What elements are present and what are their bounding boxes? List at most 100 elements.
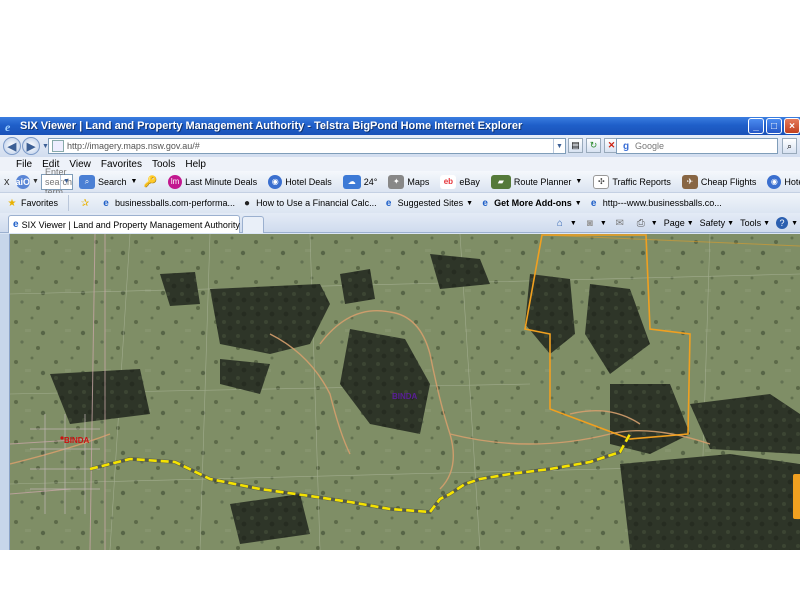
refresh-icon: ↻: [589, 140, 598, 150]
place-label-binda-town: BINDA: [64, 436, 90, 445]
close-window-button[interactable]: ×: [784, 118, 800, 134]
safety-menu-label: Safety: [699, 218, 726, 228]
toolbar-item-label: Hotel Deals: [285, 176, 332, 187]
favorite-link-label: Get More Add-ons: [494, 198, 572, 208]
toolbar-item-label: Route Planner: [513, 176, 572, 187]
search-icon: ⌕: [78, 174, 95, 189]
toolbar-item-label: Hote: [784, 176, 800, 187]
favorite-link-financial-calc[interactable]: ● How to Use a Financial Calc...: [241, 197, 377, 209]
add-favorite-button[interactable]: ✰: [79, 197, 94, 209]
menu-tools[interactable]: Tools: [152, 159, 175, 170]
window-title: SIX Viewer | Land and Property Managemen…: [20, 120, 523, 132]
highlight-icon[interactable]: 🔑: [143, 175, 157, 188]
title-bar: e SIX Viewer | Land and Property Managem…: [0, 117, 800, 135]
chevron-down-icon: ▼: [727, 219, 735, 227]
page-menu-button[interactable]: Page ▼: [664, 218, 694, 228]
toolbar-search-dropdown[interactable]: ▼: [59, 174, 72, 189]
rss-feed-icon: ◙: [586, 217, 593, 229]
minimize-icon: _: [753, 120, 759, 132]
toolbar-close-button[interactable]: x: [4, 176, 10, 188]
address-bar[interactable]: http://imagery.maps.nsw.gov.au/# ▼: [48, 138, 566, 154]
satellite-map-view[interactable]: BINDA BINDA: [10, 234, 800, 550]
chevron-down-icon: ▼: [130, 178, 138, 185]
toolbar-logo-icon[interactable]: aiO: [15, 174, 31, 189]
minimize-button[interactable]: _: [748, 118, 764, 134]
toolbar-item-hotel[interactable]: ◉ Hote: [767, 174, 800, 189]
add-favorite-icon: ✰: [80, 197, 90, 209]
address-dropdown[interactable]: ▼: [553, 139, 565, 153]
web-search-box[interactable]: g Google: [616, 138, 778, 154]
map-canvas[interactable]: BINDA BINDA: [10, 234, 800, 550]
compatibility-view-button[interactable]: ▤: [568, 138, 583, 153]
chevron-down-icon: ▼: [599, 219, 607, 227]
google-icon: g: [622, 140, 630, 152]
toolbar-item-cheap-flights[interactable]: ✈ Cheap Flights: [681, 174, 757, 189]
toolbar-search-button[interactable]: ⌕ Search ▼: [78, 174, 138, 189]
favorites-button[interactable]: ★ Favorites: [6, 197, 59, 209]
maximize-button[interactable]: □: [766, 118, 782, 134]
menu-help[interactable]: Help: [185, 159, 206, 170]
menu-bar: File Edit View Favorites Tools Help: [0, 157, 800, 171]
toolbar-item-traffic-reports[interactable]: ✣ Traffic Reports: [593, 174, 671, 189]
help-button[interactable]: ? ▼: [776, 217, 798, 229]
toolbar-logo-dropdown[interactable]: ▼: [32, 178, 39, 185]
menu-file[interactable]: File: [16, 159, 32, 170]
favorites-bar: ★ Favorites ✰ e businessballs.com-perfor…: [0, 193, 800, 213]
toolbar-item-weather[interactable]: ☁ 24°: [342, 174, 378, 189]
favorite-get-more-addons[interactable]: e Get More Add-ons ▼: [479, 197, 582, 209]
toolbar-item-maps[interactable]: ✦ Maps: [388, 174, 430, 189]
toolbar-item-ebay[interactable]: eb eBay: [440, 174, 480, 189]
window-controls: _ □ ×: [748, 118, 800, 134]
home-icon: ⌂: [556, 217, 563, 229]
ie-page-icon: e: [590, 197, 597, 209]
toolbar-item-hotel-deals[interactable]: ◉ Hotel Deals: [268, 174, 332, 189]
forward-button[interactable]: ▶: [22, 137, 40, 155]
flights-icon: ✈: [681, 174, 698, 189]
safety-menu-button[interactable]: Safety ▼: [700, 218, 734, 228]
tab-bar: e SIX Viewer | Land and Property Managem…: [0, 213, 800, 233]
page-menu-label: Page: [663, 218, 685, 228]
new-tab-button[interactable]: [242, 216, 264, 233]
favorite-suggested-sites[interactable]: e Suggested Sites ▼: [383, 197, 473, 209]
toolbar-item-label: Last Minute Deals: [185, 176, 258, 187]
tab-six-viewer[interactable]: e SIX Viewer | Land and Property Managem…: [8, 215, 240, 233]
ebay-icon: eb: [440, 174, 457, 189]
toolbar-search-input[interactable]: Enter search term... ▼: [40, 167, 73, 197]
toolbar-item-label: Maps: [407, 176, 430, 187]
toolbar-item-last-minute-deals[interactable]: lm Last Minute Deals: [168, 174, 258, 189]
chevron-down-icon: ▼: [569, 219, 577, 227]
command-bar: ⌂ ▼ ◙ ▼ ✉ ⎙ ▼ Page ▼ Safety ▼ Tools ▼ ? ▼: [553, 216, 798, 230]
back-button[interactable]: ◀: [3, 137, 21, 155]
favorites-label: Favorites: [21, 198, 59, 208]
forward-arrow-icon: ▶: [26, 140, 36, 153]
read-mail-button[interactable]: ✉: [613, 216, 628, 230]
menu-favorites[interactable]: Favorites: [101, 159, 142, 170]
refresh-button[interactable]: ↻: [586, 138, 601, 153]
home-button[interactable]: ⌂ ▼: [553, 216, 577, 230]
lastminute-icon: lm: [168, 174, 183, 189]
maximize-icon: □: [770, 120, 778, 132]
tools-menu-button[interactable]: Tools ▼: [740, 218, 770, 228]
favorite-link-label: Suggested Sites: [397, 198, 464, 208]
ie-page-icon: e: [482, 197, 488, 209]
stop-icon: ✕: [607, 140, 616, 150]
map-panel-toggle[interactable]: [793, 474, 800, 519]
town-marker-icon: [60, 436, 64, 440]
toolbar-item-label: Traffic Reports: [612, 176, 671, 187]
web-search-button[interactable]: ⌕: [782, 138, 797, 154]
ie-page-icon: e: [13, 219, 19, 230]
maps-icon: ✦: [388, 174, 405, 189]
favorite-link-businessballs[interactable]: e businessballs.com-performa...: [100, 197, 235, 209]
chevron-down-icon: ▼: [574, 199, 582, 207]
toolbar-item-label: 24°: [363, 176, 378, 187]
address-tools: ▤ ↻ ✕: [568, 138, 619, 153]
tab-label: SIX Viewer | Land and Property Managemen…: [21, 219, 240, 230]
favorite-link-businessballs-2[interactable]: e http---www.businessballs.co...: [588, 197, 722, 209]
chevron-down-icon: ▼: [650, 219, 658, 227]
menu-view[interactable]: View: [69, 159, 91, 170]
toolbar-item-label: Cheap Flights: [700, 176, 757, 187]
toolbar-item-route-planner[interactable]: ▰ Route Planner ▼: [490, 174, 582, 189]
feeds-button[interactable]: ◙ ▼: [583, 216, 607, 230]
chevron-down-icon: ▼: [686, 219, 694, 227]
print-button[interactable]: ⎙ ▼: [634, 216, 658, 230]
